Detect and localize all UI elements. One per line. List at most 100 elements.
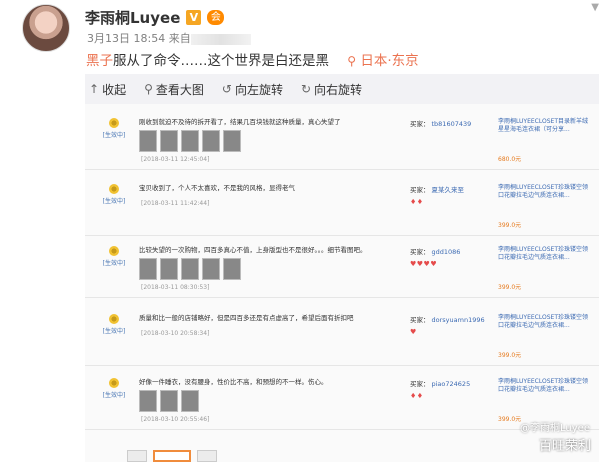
product-price: 399.0元 <box>498 416 522 423</box>
buyer-info: 买家： gdd1086 <box>410 248 461 256</box>
status-badge: [生效中] <box>99 246 129 267</box>
image-thumbnail-active[interactable] <box>153 450 191 462</box>
collapse-button[interactable]: ↑ 收起 <box>89 81 126 98</box>
buyer-level-icon: ♥♥♥♥ <box>410 260 438 268</box>
review-row: [生效中] 比较失望的一次购物，四百多真心不值，上身版型也不是很好。。。细节看图吧… <box>85 236 599 298</box>
flower-icon <box>109 246 119 256</box>
post-body: 服从了命令……这个世界是白还是黑 <box>113 53 329 69</box>
rotate-right-button[interactable]: ↻ 向右旋转 <box>301 81 362 98</box>
view-large-button[interactable]: ⚲ 查看大图 <box>144 81 204 98</box>
post-source-prefix: 来自 <box>168 32 191 45</box>
post-text: 黑子服从了命令……这个世界是白还是黑 ⚲ 日本·东京 <box>86 49 419 69</box>
status-badge: [生效中] <box>99 378 129 399</box>
image-thumbnail[interactable] <box>127 450 147 462</box>
view-large-label: 查看大图 <box>155 82 204 97</box>
product-price: 399.0元 <box>498 352 522 359</box>
buyer-info: 买家： dorsyuamn1996 <box>410 316 485 324</box>
review-photo[interactable] <box>181 258 199 280</box>
member-badge-icon[interactable]: 会 <box>207 10 225 25</box>
rotate-left-button[interactable]: ↺ 向左旋转 <box>222 81 283 98</box>
review-photo[interactable] <box>202 130 220 152</box>
review-photo[interactable] <box>202 258 220 280</box>
review-photo[interactable] <box>181 390 199 412</box>
rotate-left-icon: ↺ <box>221 82 232 96</box>
product-link[interactable]: 李雨桐LUYEECLOSET目录新羊绒星星海毛连衣裙（可分享... <box>498 118 588 134</box>
image-toolbar: ↑ 收起 ⚲ 查看大图 ↺ 向左旋转 ↻ 向右旋转 <box>85 74 599 104</box>
review-photo[interactable] <box>139 390 157 412</box>
status-badge: [生效中] <box>99 314 129 335</box>
review-text: 好像一件睡衣，没有腰身，性价比不高，和预想的不一样。伤心。 <box>139 378 328 386</box>
review-time: [2018-03-10 20:58:34] <box>141 330 210 337</box>
weibo-watermark: @李雨桐Luyee <box>520 423 590 434</box>
buyer-info: 买家： 夏某久来至 <box>410 186 465 194</box>
review-photo[interactable] <box>160 390 178 412</box>
brand-watermark: 百旺荣利 <box>538 439 591 454</box>
review-time: [2018-03-11 08:30:53] <box>141 284 210 291</box>
image-thumbnail-strip <box>127 450 247 462</box>
review-text: 宝贝收到了，个人不太喜欢，不是我的风格，显得老气 <box>139 184 295 192</box>
blurred-source <box>190 33 251 45</box>
rotate-right-icon: ↻ <box>300 82 312 96</box>
product-price: 399.0元 <box>498 222 522 229</box>
post-highlight-link[interactable]: 黑子 <box>86 53 113 69</box>
review-photos <box>139 390 199 412</box>
review-photo[interactable] <box>181 130 199 152</box>
review-photo[interactable] <box>160 258 178 280</box>
review-text: 质量和比一般的店铺略好，但是四百多还是有点虚高了，希望后面有折扣吧 <box>139 314 354 322</box>
product-price: 399.0元 <box>498 284 522 291</box>
buyer-id[interactable]: tb81607439 <box>432 120 472 128</box>
review-row: [生效中] 质量和比一般的店铺略好，但是四百多还是有点虚高了，希望后面有折扣吧 [2… <box>85 304 599 366</box>
user-name-row: 李雨桐Luyee V 会 <box>85 7 225 28</box>
image-thumbnail[interactable] <box>197 450 217 462</box>
review-time: [2018-03-11 11:42:44] <box>141 200 210 207</box>
verified-badge[interactable]: V <box>186 10 202 25</box>
status-badge: [生效中] <box>99 118 129 139</box>
username[interactable]: 李雨桐Luyee <box>85 7 180 28</box>
search-icon: ⚲ <box>144 82 153 96</box>
review-row: [生效中] 宝贝收到了，个人不太喜欢，不是我的风格，显得老气 [2018-03-11… <box>85 174 599 236</box>
review-photos <box>139 130 241 152</box>
review-photo[interactable] <box>139 130 157 152</box>
review-text: 刚收到就迫不及待的拆开看了，结果几百块钱就这种质量，真心失望了 <box>139 118 341 126</box>
review-text: 比较失望的一次购物，四百多真心不值，上身版型也不是很好。。。细节看图吧。 <box>139 246 367 254</box>
buyer-level-icon: ♦♦ <box>410 392 424 400</box>
buyer-info: 买家： piao724625 <box>410 380 471 388</box>
status-badge: [生效中] <box>99 184 129 205</box>
buyer-id[interactable]: piao724625 <box>432 380 471 388</box>
map-pin-icon: ⚲ <box>347 54 357 68</box>
buyer-info: 买家： tb81607439 <box>410 120 472 128</box>
location-link[interactable]: ⚲ 日本·东京 <box>347 53 418 69</box>
buyer-id[interactable]: 夏某久来至 <box>432 186 465 194</box>
product-link[interactable]: 李雨桐LUYEECLOSET珍珠镂空领口花瓣拉毛边气质连衣裙... <box>498 246 588 262</box>
buyer-level-icon: ♦♦ <box>410 198 424 206</box>
location-label: 日本·东京 <box>360 53 419 69</box>
chevron-down-icon[interactable]: ▼ <box>591 2 599 13</box>
review-photo[interactable] <box>160 130 178 152</box>
buyer-id[interactable]: gdd1086 <box>432 248 461 256</box>
flower-icon <box>109 118 119 128</box>
review-row: [生效中] 刚收到就迫不及待的拆开看了，结果几百块钱就这种质量，真心失望了 [201… <box>85 108 599 170</box>
post-meta: 3月13日 18:54 来自 <box>87 30 251 46</box>
buyer-level-icon: ♥ <box>410 328 417 336</box>
rotate-right-label: 向右旋转 <box>314 82 363 97</box>
review-photos <box>139 258 241 280</box>
product-link[interactable]: 李雨桐LUYEECLOSET珍珠镂空领口花瓣拉毛边气质连衣裙... <box>498 184 588 200</box>
rotate-left-label: 向左旋转 <box>234 82 283 97</box>
product-link[interactable]: 李雨桐LUYEECLOSET珍珠镂空领口花瓣拉毛边气质连衣裙... <box>498 314 588 330</box>
flower-icon <box>109 378 119 388</box>
review-time: [2018-03-10 20:55:46] <box>141 416 210 423</box>
flower-icon <box>109 184 119 194</box>
review-photo[interactable] <box>223 258 241 280</box>
post-timestamp[interactable]: 3月13日 18:54 <box>87 32 165 45</box>
buyer-id[interactable]: dorsyuamn1996 <box>432 316 485 324</box>
collapse-icon: ↑ <box>89 82 100 96</box>
product-price: 680.0元 <box>498 156 522 163</box>
collapse-label: 收起 <box>102 82 127 97</box>
post-image[interactable]: [生效中] 刚收到就迫不及待的拆开看了，结果几百块钱就这种质量，真心失望了 [201… <box>85 104 599 462</box>
product-link[interactable]: 李雨桐LUYEECLOSET珍珠镂空领口花瓣拉毛边气质连衣裙... <box>498 378 588 394</box>
review-time: [2018-03-11 12:45:04] <box>141 156 210 163</box>
review-photo[interactable] <box>223 130 241 152</box>
flower-icon <box>109 314 119 324</box>
review-photo[interactable] <box>139 258 157 280</box>
avatar[interactable] <box>22 4 70 52</box>
